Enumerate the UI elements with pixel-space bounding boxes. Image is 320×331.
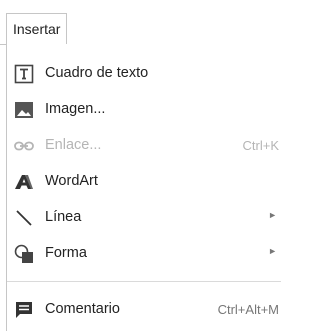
shape-icon (13, 243, 35, 265)
menu-item-label: WordArt (45, 173, 98, 189)
shortcut-hint: Ctrl+Alt+M (217, 302, 279, 317)
menu-item-image[interactable]: Imagen... (7, 92, 281, 128)
menu-item-shape[interactable]: Forma ► (7, 236, 281, 272)
image-icon (13, 99, 35, 121)
menu-item-label: Forma (45, 245, 87, 261)
menu-insertar[interactable]: Insertar (6, 13, 68, 45)
menu-bar: Insertar (0, 0, 280, 45)
menu-item-label: Imagen... (45, 101, 106, 117)
wordart-icon (13, 171, 35, 193)
comment-icon (13, 299, 35, 321)
menu-item-comment[interactable]: Comentario Ctrl+Alt+M (7, 292, 281, 328)
menu-item-link: Enlace... Ctrl+K (7, 128, 281, 164)
menu-item-wordart[interactable]: WordArt (7, 164, 281, 200)
link-icon (13, 135, 35, 157)
submenu-arrow-icon: ► (268, 210, 277, 220)
menu-item-text-box[interactable]: Cuadro de texto (7, 56, 281, 92)
text-box-icon (13, 63, 35, 85)
shortcut-hint: Ctrl+K (242, 138, 279, 153)
menu-item-label: Comentario (45, 301, 120, 317)
menu-item-label: Cuadro de texto (45, 65, 149, 81)
menu-separator (7, 281, 281, 282)
line-icon (13, 207, 35, 229)
insert-menu-dropdown: Cuadro de texto Imagen... Enlace... Ctrl… (6, 44, 281, 331)
menu-item-label: Enlace... (45, 137, 102, 153)
submenu-arrow-icon: ► (268, 246, 277, 256)
menu-item-label: Línea (45, 209, 82, 225)
menu-item-line[interactable]: Línea ► (7, 200, 281, 236)
